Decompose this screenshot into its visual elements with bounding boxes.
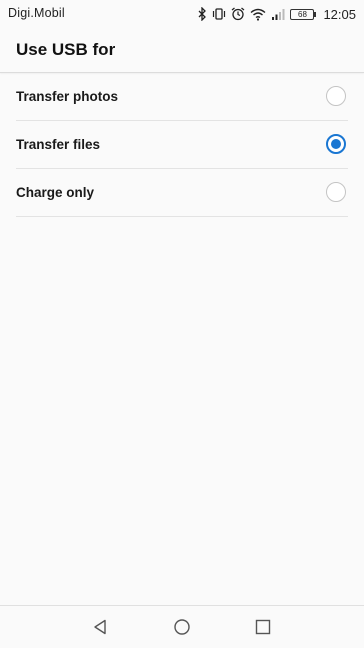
status-bar: Digi.Mobil 68 12:05 [0,0,364,28]
radio-button-transfer-photos[interactable] [326,86,346,106]
battery-icon: 68 [290,8,317,20]
option-transfer-photos[interactable]: Transfer photos [16,73,348,121]
option-label: Transfer files [16,137,101,152]
radio-button-charge-only[interactable] [326,182,346,202]
vibrate-icon [212,7,226,21]
home-icon[interactable] [171,616,193,638]
clock: 12:05 [323,6,356,22]
radio-button-transfer-files[interactable] [326,134,346,154]
wifi-icon [250,8,266,21]
page-title: Use USB for [16,40,116,59]
app-bar: Use USB for [0,28,364,73]
carrier-name: Digi.Mobil [8,6,65,20]
option-transfer-files[interactable]: Transfer files [16,121,348,169]
navigation-bar [0,605,364,648]
status-icons: 68 12:05 [198,4,356,24]
usb-options-screen: Digi.Mobil 68 12:05 Use USB for Transfer… [0,0,364,648]
signal-icon [271,8,285,20]
alarm-icon [231,7,245,21]
usb-options-list: Transfer photos Transfer files Charge on… [16,73,348,217]
recents-icon[interactable] [252,616,274,638]
option-label: Charge only [16,185,95,200]
bluetooth-icon [198,7,207,21]
back-icon[interactable] [90,616,112,638]
option-label: Transfer photos [16,89,119,104]
option-charge-only[interactable]: Charge only [16,169,348,217]
